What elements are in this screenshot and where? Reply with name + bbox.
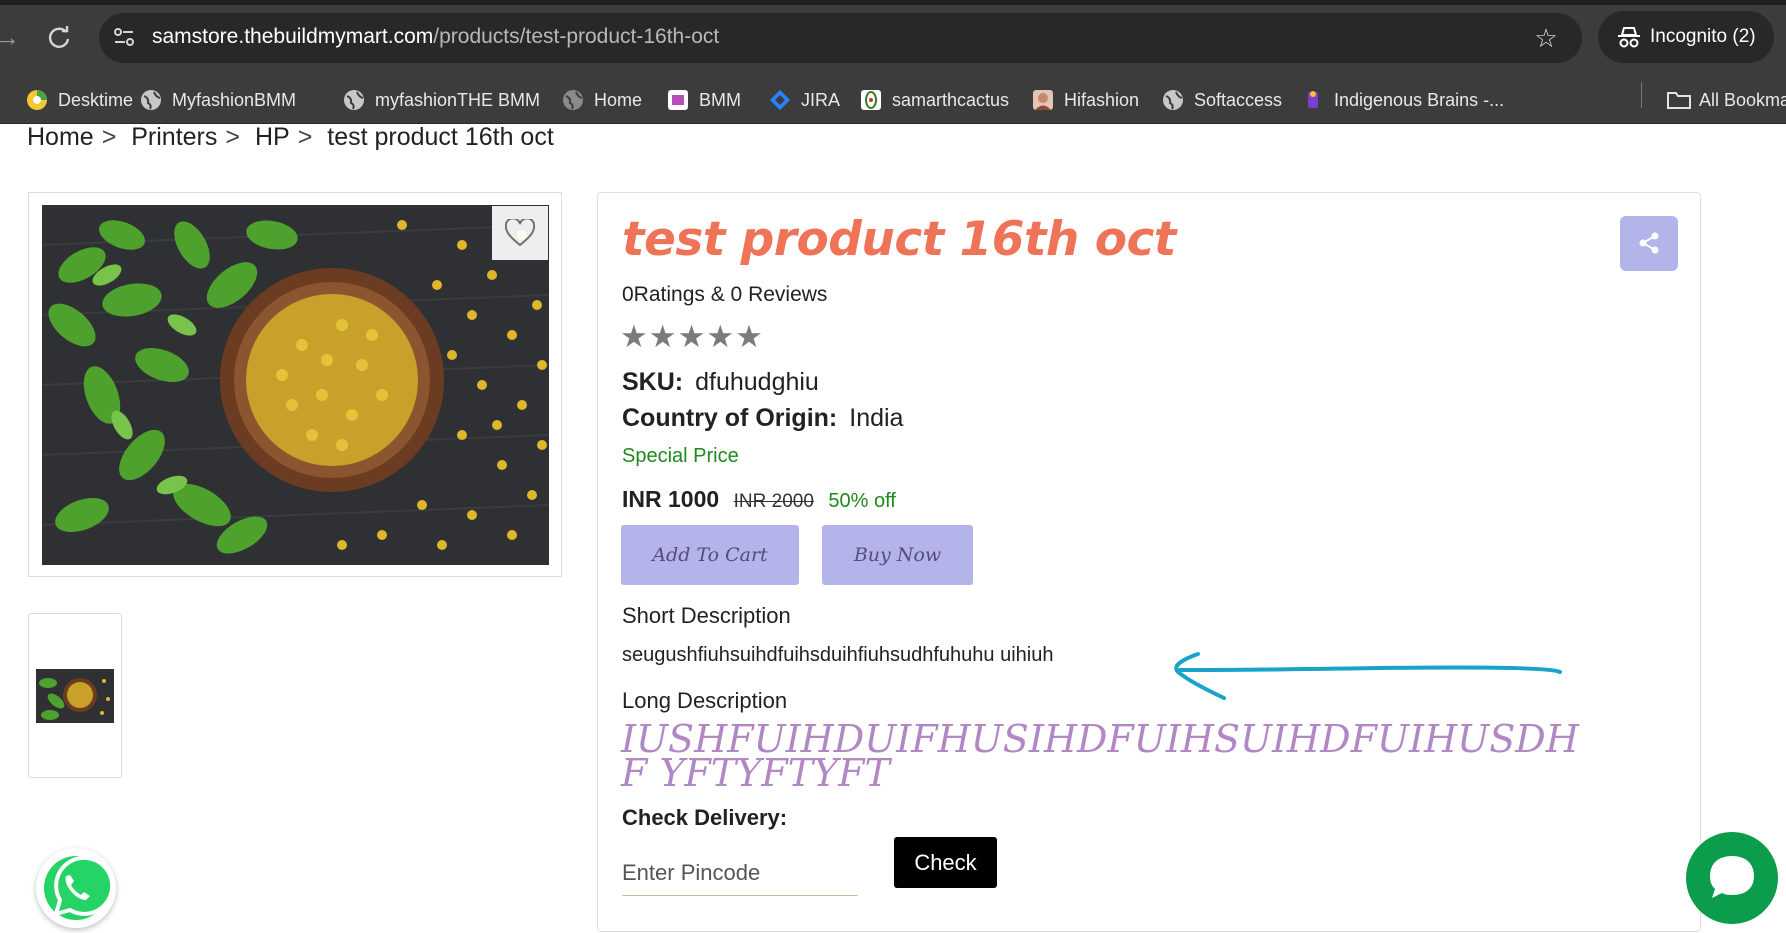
current-price: INR 1000 (622, 486, 720, 512)
bookmark-label: Home (594, 90, 643, 110)
bookmark-label: Indigenous Brains -... (1334, 90, 1505, 110)
breadcrumb-printers[interactable]: Printers (131, 123, 217, 151)
bookmark-star-icon[interactable]: ☆ (1531, 23, 1561, 53)
breadcrumb-separator: > (225, 123, 240, 151)
main-image-card (28, 192, 562, 577)
original-price: INR 2000 (733, 491, 814, 512)
sku-label: SKU: (622, 368, 684, 396)
check-button[interactable]: Check (894, 837, 997, 888)
bmm-icon (667, 89, 689, 111)
star-rating-icon: ★★★★★ (620, 319, 764, 354)
breadcrumb-separator: > (297, 123, 313, 151)
breadcrumb-hp[interactable]: HP (255, 123, 290, 151)
indigenous-icon (1302, 89, 1324, 111)
tab-strip (0, 0, 1786, 5)
annotation-arrow-icon (1174, 652, 1562, 700)
breadcrumb-current: test product 16th oct (327, 123, 554, 151)
product-thumbnail[interactable] (36, 669, 114, 723)
bookmark-label: samarthcactus (892, 90, 1010, 110)
url-host: samstore.thebuildmymart.com (152, 25, 434, 48)
url-path: /products/test-product-16th-oct (433, 25, 720, 48)
hifashion-icon (1032, 89, 1054, 111)
pincode-input[interactable] (622, 850, 858, 896)
product-image[interactable] (42, 205, 549, 565)
discount-badge: 50% off (828, 490, 896, 512)
whatsapp-icon (44, 855, 115, 920)
breadcrumb: Home > Printers > HP > test product 16th oc… (27, 122, 560, 152)
bookmark-label: myfashionTHE BMM (375, 90, 541, 110)
long-description-text: IUSHFUIHDUIFHUSIHDFUIHSUIHDFUIHUSDHF YFT… (621, 717, 1579, 795)
sku-row: SKU: dfuhudghiu (622, 366, 819, 398)
globe-icon (562, 89, 584, 111)
bookmarks-bar: Desktime MyfashionBMM myfashionTHE BMM H… (0, 76, 1786, 124)
globe-icon (343, 89, 365, 111)
share-button[interactable] (1620, 216, 1678, 271)
bookmark-label: All Bookma (1699, 90, 1786, 110)
bookmarks-separator (1641, 82, 1642, 108)
bookmark-label: MyfashionBMM (172, 90, 297, 110)
chat-button[interactable] (1686, 832, 1778, 924)
price-row: INR 1000 INR 2000 50% off (622, 484, 896, 514)
bookmark-label: Softaccess (1194, 90, 1283, 110)
breadcrumb-home[interactable]: Home (27, 123, 94, 151)
site-info-icon[interactable] (111, 24, 137, 50)
wishlist-button[interactable] (492, 206, 548, 260)
thumbnail-card[interactable] (28, 613, 122, 778)
product-title: test product 16th oct (622, 212, 1176, 267)
bookmark-label: Hifashion (1064, 90, 1140, 110)
url-text[interactable]: samstore.thebuildmymart.com/products/tes… (152, 22, 719, 52)
origin-label: Country of Origin: (622, 404, 838, 432)
origin-value: India (849, 404, 904, 432)
ratings-summary[interactable]: 0Ratings & 0 Reviews (622, 282, 827, 308)
share-icon (1639, 232, 1659, 254)
bookmark-label: JIRA (801, 90, 841, 110)
bookmark-label: Desktime (58, 90, 134, 110)
buy-now-button[interactable]: Buy Now (822, 525, 973, 585)
add-to-cart-button[interactable]: Add To Cart (621, 525, 799, 585)
incognito-button[interactable]: Incognito (2) (1598, 11, 1774, 63)
incognito-label: Incognito (2) (1650, 26, 1756, 47)
origin-row: Country of Origin: India (622, 402, 903, 434)
reload-icon[interactable] (44, 22, 74, 52)
heart-icon (505, 219, 535, 247)
whatsapp-button[interactable] (36, 848, 116, 928)
folder-icon (1667, 89, 1691, 111)
short-description-text: seugushfiuhsuihdfuihsduihfiuhsudhfuhuhu … (622, 644, 1054, 666)
special-price-label: Special Price (622, 445, 739, 467)
short-description-title: Short Description (622, 603, 791, 628)
desktime-icon (26, 89, 48, 111)
sku-value: dfuhudghiu (695, 368, 819, 396)
globe-icon (1162, 89, 1184, 111)
chat-icon (1710, 856, 1754, 898)
incognito-icon (1616, 25, 1642, 49)
breadcrumb-separator: > (101, 123, 117, 151)
globe-icon (140, 89, 162, 111)
check-delivery-label: Check Delivery: (622, 805, 788, 830)
bookmark-label: BMM (699, 90, 741, 110)
jira-icon (769, 89, 791, 111)
long-description-title: Long Description (622, 688, 788, 713)
forward-icon[interactable]: → (0, 22, 20, 52)
cactus-icon (860, 89, 882, 111)
